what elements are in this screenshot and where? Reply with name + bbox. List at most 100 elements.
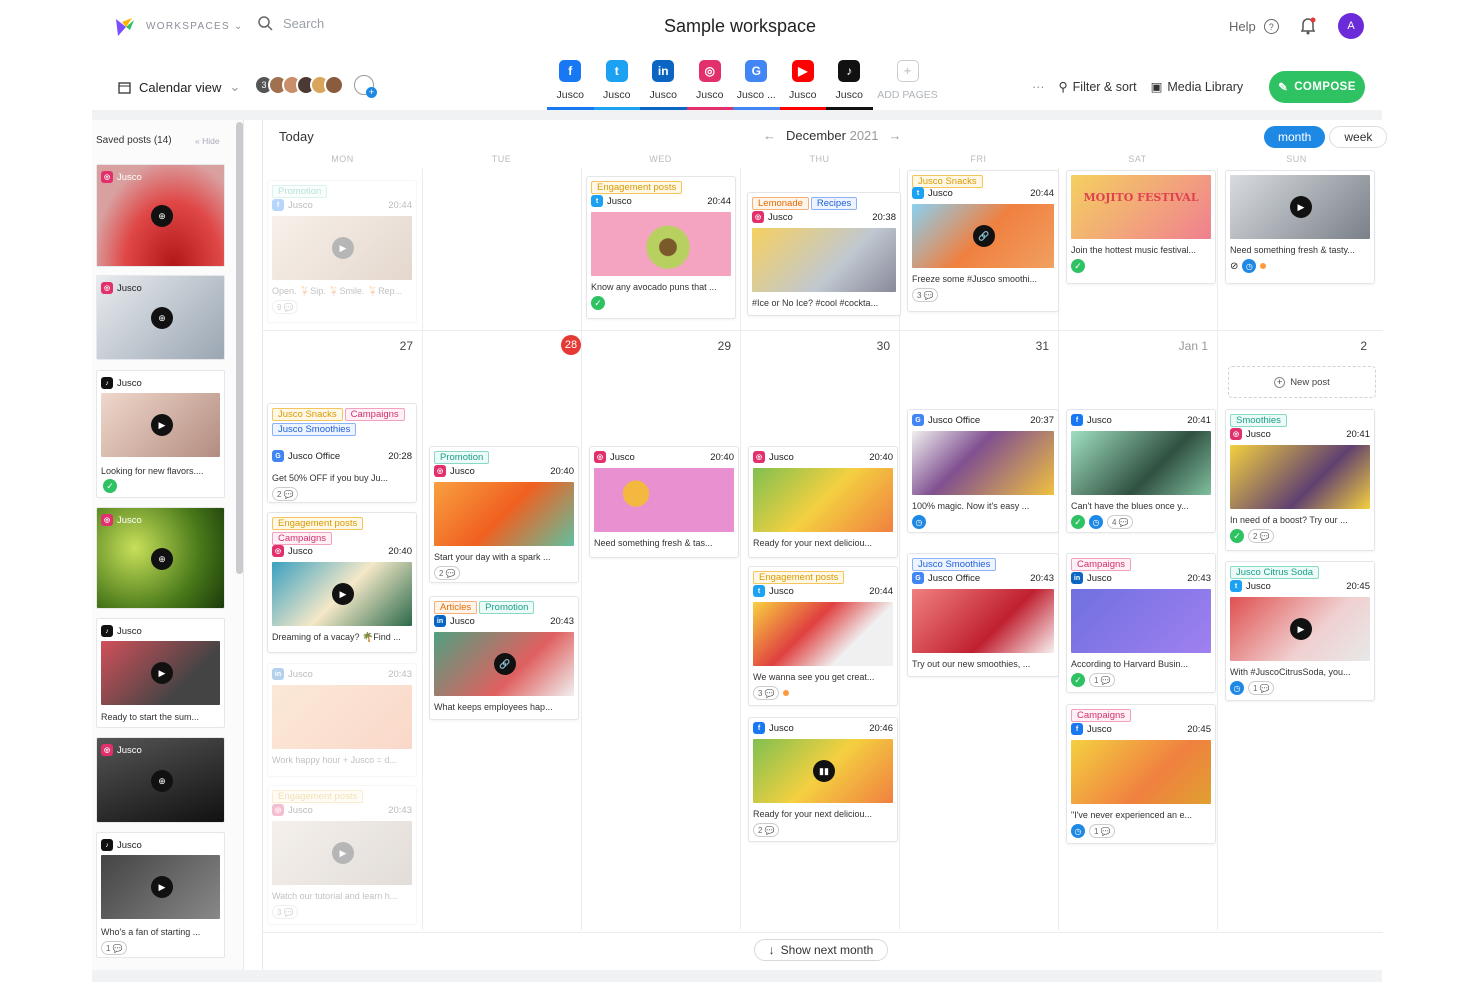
post-tag[interactable]: Articles	[434, 601, 478, 614]
post-time: 20:45	[1187, 723, 1211, 735]
saved-post-card[interactable]: ◎ Jusco ⊕	[96, 164, 225, 267]
post-text: Need something fresh & tasty...	[1230, 245, 1355, 255]
page-tab[interactable]: G Jusco ...	[733, 56, 780, 110]
calendar-view-dropdown[interactable]: Calendar view ⌄	[118, 79, 240, 95]
post-tag[interactable]: Campaigns	[344, 408, 405, 421]
post-tag[interactable]: Engagement posts	[272, 790, 364, 803]
post-card[interactable]: Engagement posts ◎ Jusco 20:43 ▶ Watch our tu…	[267, 785, 417, 925]
post-tag[interactable]: Promotion	[479, 601, 535, 614]
post-tag[interactable]: Smoothies	[1230, 414, 1287, 427]
team-avatars[interactable]: 3 +	[254, 75, 377, 98]
post-tag[interactable]: Engagement posts	[272, 517, 364, 530]
post-card[interactable]: f Jusco 20:46 ▮▮ Ready for your next delicio…	[748, 717, 898, 842]
post-card[interactable]: Jusco Snacks Campaigns Jusco Smoothies G Jus…	[267, 403, 417, 503]
user-avatar[interactable]: A	[1338, 13, 1364, 39]
post-card[interactable]: Jusco Smoothies G Jusco Office 20:43 Try out…	[907, 553, 1059, 677]
post-tag[interactable]: Engagement posts	[591, 181, 683, 194]
add-pages-button[interactable]: + ADD PAGES	[873, 56, 943, 110]
date-number[interactable]: 31	[1019, 339, 1049, 353]
date-number[interactable]: 28	[561, 335, 581, 355]
post-card[interactable]: Engagement posts Campaigns ◎ Jusco 20:40 ▶ Dre…	[267, 512, 417, 653]
post-card[interactable]: Articles Promotion in Jusco 20:43 🔗 What keeps…	[429, 596, 579, 720]
post-card[interactable]: Engagement posts t Jusco 20:44 Know any avoc…	[586, 176, 736, 319]
comment-count[interactable]: 9 💬	[272, 300, 299, 314]
more-button[interactable]: ···	[1032, 80, 1045, 94]
comment-count[interactable]: 1 💬	[1089, 673, 1116, 687]
post-card[interactable]: ◎ Jusco 20:40 Need something fresh & tas...	[589, 446, 739, 558]
prev-month-icon[interactable]: ←	[763, 128, 776, 143]
post-card[interactable]: ▶ Need something fresh & tasty... ⊘ ◷	[1225, 170, 1375, 284]
post-tag[interactable]: Jusco Citrus Soda	[1230, 566, 1320, 579]
comment-count[interactable]: 3 💬	[272, 905, 299, 919]
comment-count[interactable]: 3 💬	[912, 288, 939, 302]
saved-post-card[interactable]: ◎ Jusco ⊕	[96, 275, 225, 360]
compose-button[interactable]: ✎ COMPOSE	[1269, 71, 1365, 103]
date-number[interactable]: 29	[701, 339, 731, 353]
show-next-month-button[interactable]: ↓ Show next month	[754, 939, 888, 961]
sidebar-scrollbar[interactable]	[236, 122, 243, 574]
post-tag[interactable]: Jusco Smoothies	[912, 558, 997, 571]
post-card[interactable]: Campaigns f Jusco 20:45 "I've never experien…	[1066, 704, 1216, 844]
hide-sidebar-button[interactable]: « Hide	[195, 136, 220, 146]
saved-post-card[interactable]: ◎ Jusco ⊕	[96, 507, 225, 609]
saved-post-card[interactable]: ♪ Jusco ▶ Ready to start the sum...	[96, 618, 225, 728]
filter-sort-button[interactable]: ⚲ Filter & sort	[1059, 79, 1137, 95]
media-library-button[interactable]: ▣ Media Library	[1151, 79, 1244, 95]
comment-count[interactable]: 3 💬	[753, 686, 780, 700]
page-tab[interactable]: ◎ Jusco	[686, 56, 733, 110]
comment-count[interactable]: 1 💬	[1248, 681, 1275, 695]
comment-count[interactable]: 1 💬	[1089, 824, 1116, 838]
post-card[interactable]: Promotion f Jusco 20:44 ▶ Open. 🍹Sip. 🍹Smile.…	[267, 180, 417, 323]
post-tag[interactable]: Promotion	[434, 451, 490, 464]
post-time: 20:37	[1030, 414, 1054, 426]
post-image	[434, 482, 574, 546]
next-month-icon[interactable]: →	[889, 128, 902, 143]
date-number[interactable]: 27	[383, 339, 413, 353]
page-tab[interactable]: f Jusco	[547, 56, 594, 110]
post-tag[interactable]: Campaigns	[1071, 558, 1132, 571]
saved-post-card[interactable]: ◎ Jusco ⊕	[96, 737, 225, 823]
post-card[interactable]: Jusco Citrus Soda t Jusco 20:45 ▶ With #Jusco…	[1225, 561, 1375, 701]
comment-count[interactable]: 2 💬	[1248, 529, 1275, 543]
page-tab[interactable]: ▶ Jusco	[779, 56, 826, 110]
post-tag[interactable]: Campaigns	[272, 532, 333, 545]
post-tag[interactable]: Jusco Snacks	[272, 408, 343, 421]
post-tag[interactable]: Promotion	[272, 185, 328, 198]
help-button[interactable]: Help ?	[1229, 19, 1279, 34]
post-tag[interactable]: Jusco Smoothies	[272, 423, 357, 436]
add-member-icon[interactable]: +	[354, 75, 377, 98]
post-card[interactable]: Jusco Snacks t Jusco 20:44 🔗 Freeze some #Jus…	[907, 170, 1059, 312]
post-tag[interactable]: Lemonade	[752, 197, 809, 210]
page-tab[interactable]: ♪ Jusco	[826, 56, 873, 110]
post-card[interactable]: in Jusco 20:43 Work happy hour + Jusco = d.…	[267, 663, 417, 777]
post-card[interactable]: f Jusco 20:41 Can't have the blues once y..…	[1066, 409, 1216, 533]
facebook-icon: f	[559, 60, 582, 82]
saved-post-card[interactable]: ♪ Jusco ▶ Looking for new flavors.... ✓	[96, 370, 225, 498]
post-card[interactable]: Promotion ◎ Jusco 20:40 Start your day with …	[429, 446, 579, 583]
date-number[interactable]: 30	[860, 339, 890, 353]
comment-count[interactable]: 4 💬	[1107, 515, 1134, 529]
new-post-button[interactable]: + New post	[1228, 366, 1376, 398]
month-view-button[interactable]: month	[1264, 126, 1326, 148]
date-number[interactable]: Jan 1	[1178, 339, 1208, 353]
notifications-button[interactable]	[1300, 17, 1316, 40]
post-card[interactable]: G Jusco Office 20:37 100% magic. Now it's e…	[907, 409, 1059, 533]
today-button[interactable]: Today	[279, 129, 314, 144]
post-card[interactable]: Engagement posts t Jusco 20:44 We wanna see …	[748, 566, 898, 706]
page-tab[interactable]: in Jusco	[640, 56, 687, 110]
comment-count[interactable]: 2 💬	[753, 823, 780, 837]
post-tag[interactable]: Engagement posts	[753, 571, 845, 584]
post-card[interactable]: Lemonade Recipes ◎ Jusco 20:38 #Ice or No Ice…	[747, 192, 901, 316]
post-card[interactable]: Smoothies ◎ Jusco 20:41 In need of a boost? …	[1225, 409, 1375, 551]
post-tag[interactable]: Recipes	[810, 197, 858, 210]
page-tab[interactable]: t Jusco	[593, 56, 640, 110]
date-number[interactable]: 2	[1337, 339, 1367, 353]
post-card[interactable]: Campaigns in Jusco 20:43 According to Harvar…	[1066, 553, 1216, 693]
post-tag[interactable]: Campaigns	[1071, 709, 1132, 722]
week-view-button[interactable]: week	[1329, 126, 1388, 148]
comment-count[interactable]: 2 💬	[434, 566, 461, 580]
comment-count[interactable]: 2 💬	[272, 487, 299, 501]
post-card[interactable]: MOJITO FESTIVAL Join the hottest music fe…	[1066, 170, 1216, 284]
post-card[interactable]: ◎ Jusco 20:40 Ready for your next deliciou.…	[748, 446, 898, 558]
saved-post-card[interactable]: ♪ Jusco ▶ Who's a fan of starting ... 1 💬	[96, 832, 225, 958]
